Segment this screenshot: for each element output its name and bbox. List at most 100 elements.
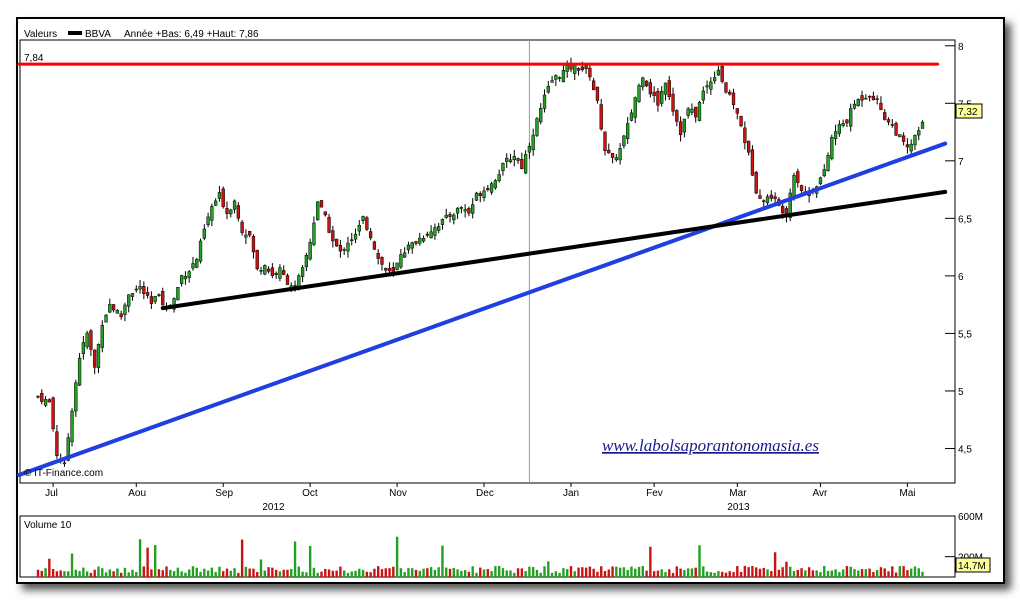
volume-bar bbox=[418, 570, 421, 577]
candle-body bbox=[232, 200, 237, 210]
watermark-link[interactable]: www.labolsaporantonomasia.es bbox=[602, 436, 819, 455]
candle-body bbox=[799, 185, 804, 191]
volume-bar bbox=[63, 571, 66, 577]
candle-body bbox=[592, 80, 596, 91]
volume-bar bbox=[67, 571, 70, 577]
volume-bar bbox=[342, 570, 346, 577]
volume-bar bbox=[267, 567, 270, 577]
candle-body bbox=[353, 233, 358, 240]
volume-bar bbox=[274, 569, 278, 577]
candle-body bbox=[410, 242, 414, 249]
candle-body bbox=[739, 115, 743, 127]
candle-body bbox=[618, 148, 622, 161]
candle-body bbox=[270, 267, 275, 277]
volume-bar bbox=[380, 569, 384, 577]
candle-body bbox=[421, 238, 426, 242]
candle-body bbox=[607, 149, 611, 154]
candle-body bbox=[890, 124, 894, 126]
candle-body bbox=[546, 85, 550, 93]
volume-bar bbox=[739, 571, 743, 577]
volume-bar bbox=[501, 568, 505, 577]
candle-body bbox=[316, 201, 320, 221]
candle-body bbox=[448, 214, 452, 217]
candle-body bbox=[403, 252, 407, 258]
candle-body bbox=[520, 158, 524, 169]
candle-body bbox=[244, 234, 248, 238]
volume-bar bbox=[490, 571, 493, 577]
candle-body bbox=[867, 95, 872, 98]
volume-bar bbox=[78, 571, 81, 577]
volume-bar bbox=[683, 570, 686, 577]
volume-bar bbox=[637, 566, 641, 577]
candle-body bbox=[497, 174, 501, 182]
volume-bar bbox=[845, 566, 849, 577]
candle-body bbox=[724, 82, 728, 93]
candle-body bbox=[85, 332, 89, 348]
volume-bar bbox=[664, 572, 667, 577]
volume-bar bbox=[618, 567, 622, 577]
x-tick-label: Oct bbox=[302, 488, 318, 499]
volume-bar bbox=[717, 571, 720, 577]
volume-bar bbox=[135, 572, 138, 577]
volume-bar bbox=[913, 566, 917, 577]
volume-bar bbox=[240, 539, 244, 577]
candle-body bbox=[365, 217, 369, 230]
candle-body bbox=[40, 393, 44, 402]
volume-badge-text: 14,7M bbox=[958, 561, 986, 572]
candle-body bbox=[539, 108, 543, 123]
candle-body bbox=[622, 135, 626, 147]
volume-bar bbox=[577, 567, 580, 577]
volume-bar bbox=[331, 570, 335, 577]
volume-bar bbox=[297, 566, 301, 577]
candle-body bbox=[656, 90, 660, 106]
candle-body bbox=[641, 77, 645, 88]
y-tick-label: 7 bbox=[958, 157, 964, 168]
candle-body bbox=[471, 204, 475, 214]
candle-body bbox=[535, 118, 539, 136]
candle-body bbox=[731, 92, 736, 105]
volume-bar bbox=[463, 570, 467, 577]
x-tick-label: Dec bbox=[476, 488, 494, 499]
volume-bar bbox=[736, 566, 739, 577]
legend-prefix: Valeurs bbox=[24, 29, 57, 40]
candle-body bbox=[614, 157, 618, 161]
candle-body bbox=[372, 241, 377, 250]
volume-bar bbox=[320, 571, 323, 577]
candle-body bbox=[686, 108, 690, 116]
candle-body bbox=[119, 313, 123, 318]
candle-body bbox=[781, 205, 785, 214]
volume-bar bbox=[906, 570, 909, 577]
volume-bar bbox=[278, 571, 282, 577]
volume-bar bbox=[713, 572, 716, 577]
volume-bar bbox=[161, 570, 164, 577]
candle-body bbox=[595, 86, 600, 101]
volume-bar bbox=[724, 572, 728, 577]
candle-body bbox=[62, 462, 67, 465]
candle-body bbox=[886, 119, 891, 123]
volume-bar bbox=[539, 572, 542, 577]
candle-body bbox=[576, 68, 581, 71]
volume-bar bbox=[116, 568, 119, 577]
candle-body bbox=[588, 67, 592, 78]
candle-body bbox=[406, 244, 411, 251]
candle-body bbox=[198, 240, 203, 262]
volume-bar bbox=[547, 561, 550, 577]
candle-body bbox=[626, 123, 630, 139]
candle-body bbox=[327, 216, 331, 233]
volume-bar bbox=[395, 536, 399, 577]
candle-body bbox=[675, 110, 679, 122]
volume-bar bbox=[85, 571, 89, 577]
volume-bar bbox=[494, 566, 497, 577]
candle-body bbox=[89, 330, 93, 350]
volume-bar bbox=[119, 572, 123, 577]
candle-body bbox=[240, 221, 244, 233]
volume-bar bbox=[475, 572, 478, 577]
volume-bar bbox=[743, 565, 747, 577]
candle-body bbox=[474, 192, 479, 201]
candle-body bbox=[459, 207, 464, 209]
candle-body bbox=[883, 112, 887, 120]
volume-bar bbox=[210, 567, 214, 577]
candle-body bbox=[478, 193, 482, 196]
candle-body bbox=[712, 77, 717, 82]
volume-bar bbox=[271, 567, 274, 577]
